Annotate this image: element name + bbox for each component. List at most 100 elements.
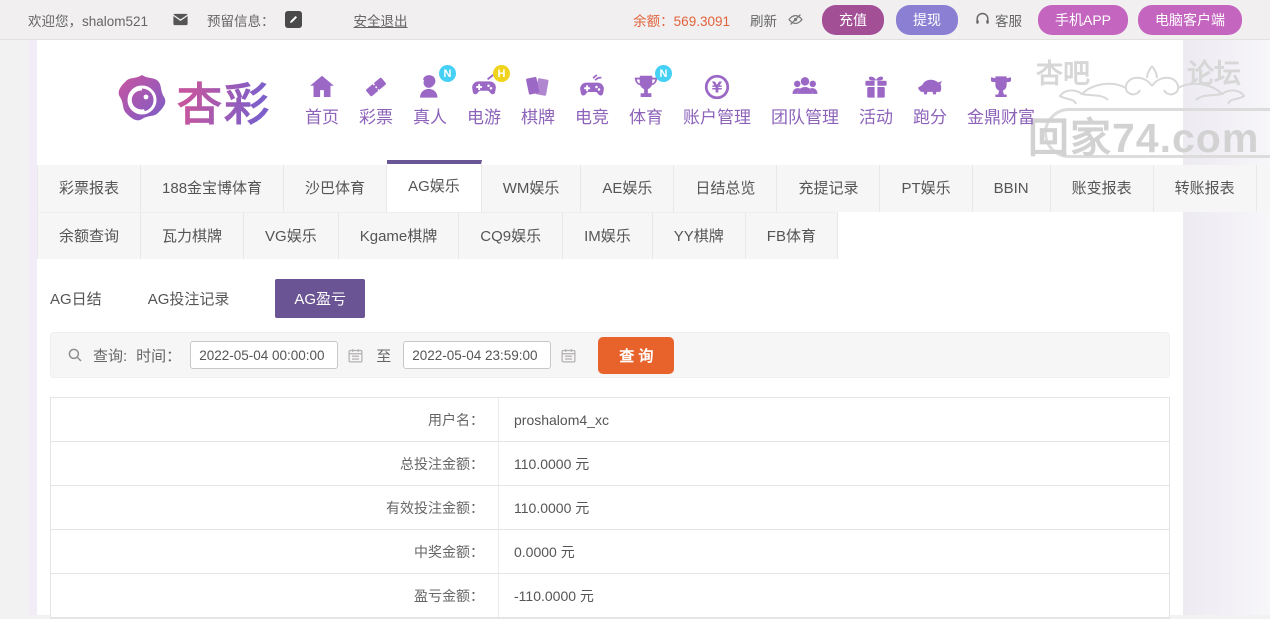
balance-text: 余额：569.3091 xyxy=(633,10,730,30)
refresh-button[interactable]: 刷新 xyxy=(750,10,777,30)
eye-off-icon[interactable] xyxy=(787,11,804,28)
time-label: 时间： xyxy=(136,347,182,365)
query-button[interactable]: 查 询 xyxy=(598,336,675,374)
yuan-coin-icon: ¥ xyxy=(702,72,732,102)
subtab-ag-daily[interactable]: AG日结 xyxy=(50,288,102,309)
tab-wali-chess[interactable]: 瓦力棋牌 xyxy=(141,212,245,259)
row-value: proshalom4_xc xyxy=(514,411,609,428)
tab-188-sports[interactable]: 188金宝博体育 xyxy=(141,165,285,212)
nav-label: 真人 xyxy=(413,108,448,127)
customer-service[interactable]: 客服 xyxy=(974,10,1022,30)
date-to-input[interactable] xyxy=(403,341,552,369)
tab-im-entertainment[interactable]: IM娱乐 xyxy=(563,212,653,259)
cards-icon xyxy=(523,72,553,102)
nav-label: 账户管理 xyxy=(683,108,752,127)
row-label: 有效投注金额： xyxy=(51,486,499,529)
report-tabs-row2: 余额查询 瓦力棋牌 VG娱乐 Kgame棋牌 CQ9娱乐 IM娱乐 YY棋牌 F… xyxy=(37,212,1183,259)
lottery-ticket-icon xyxy=(361,72,391,102)
subtab-ag-bet-records[interactable]: AG投注记录 xyxy=(148,288,230,309)
nav-item-account-mgmt[interactable]: ¥ 账户管理 xyxy=(683,72,751,128)
tab-ae-entertainment[interactable]: AE娱乐 xyxy=(581,165,675,212)
right-margin-tint xyxy=(1183,40,1270,615)
tab-account-change-report[interactable]: 账变报表 xyxy=(1050,165,1154,212)
nav-label: 棋牌 xyxy=(521,108,556,127)
tab-balance-query[interactable]: 余额查询 xyxy=(37,212,142,259)
query-label: 查询: xyxy=(93,347,128,365)
row-value: 110.0000 元 xyxy=(514,455,590,472)
tab-lottery-report[interactable]: 彩票报表 xyxy=(37,165,142,212)
row-value: 110.0000 元 xyxy=(514,499,590,516)
service-label: 客服 xyxy=(994,13,1022,29)
ag-subtabs: AG日结 AG投注记录 AG盈亏 xyxy=(50,279,1170,318)
nav-item-wealth[interactable]: 金鼎财富 xyxy=(967,72,1035,128)
reserved-info-label: 预留信息： xyxy=(207,13,275,29)
new-badge: N xyxy=(439,65,457,82)
nav-item-activity[interactable]: 活动 xyxy=(859,72,893,128)
nav-item-paofen[interactable]: 跑分 xyxy=(913,72,947,128)
nav-label: 金鼎财富 xyxy=(967,108,1036,127)
row-label: 总投注金额： xyxy=(51,442,499,485)
tab-vg-entertainment[interactable]: VG娱乐 xyxy=(244,212,339,259)
logo-text: 杏彩 xyxy=(177,68,271,133)
new-badge: N xyxy=(655,65,673,82)
golden-tripod-icon xyxy=(986,72,1016,102)
withdraw-button[interactable]: 提现 xyxy=(895,4,958,35)
live-person-icon: N xyxy=(415,65,457,102)
nav-label: 首页 xyxy=(305,108,340,127)
balance-label: 余额： xyxy=(633,13,674,29)
pc-client-button[interactable]: 电脑客户端 xyxy=(1138,4,1242,35)
logout-link[interactable]: 安全退出 xyxy=(354,10,408,30)
trophy-icon: N xyxy=(631,65,673,102)
tab-saba-sports[interactable]: 沙巴体育 xyxy=(284,165,388,212)
table-row-valid-bet: 有效投注金额： 110.0000 元 xyxy=(51,486,1169,530)
tab-kgame-chess[interactable]: Kgame棋牌 xyxy=(338,212,460,259)
headset-icon xyxy=(974,11,991,28)
mail-icon[interactable] xyxy=(172,11,189,28)
tab-bbin[interactable]: BBIN xyxy=(972,165,1051,212)
rhino-icon xyxy=(915,72,945,102)
tab-cq9-entertainment[interactable]: CQ9娱乐 xyxy=(459,212,564,259)
site-header: 杏吧 论坛 回家74.com 杏彩 首页 彩票 N 真人 H 电游 棋牌 电竞 … xyxy=(37,40,1270,161)
hot-badge: H xyxy=(493,65,511,82)
team-people-icon xyxy=(790,72,820,102)
tab-wm-entertainment[interactable]: WM娱乐 xyxy=(481,165,582,212)
svg-text:¥: ¥ xyxy=(712,78,723,96)
main-nav: 首页 彩票 N 真人 H 电游 棋牌 电竞 N 体育 ¥ 账户管理 团队管理 活… xyxy=(295,65,1045,128)
logo-flower-icon xyxy=(118,75,166,121)
nav-item-lottery[interactable]: 彩票 xyxy=(359,72,393,128)
subtab-ag-profit-loss[interactable]: AG盈亏 xyxy=(275,279,366,318)
welcome-text: 欢迎您，shalom521 xyxy=(28,13,149,29)
nav-item-egame[interactable]: H 电游 xyxy=(467,65,511,128)
tab-transfer-report[interactable]: 转账报表 xyxy=(1153,165,1257,212)
date-from-input[interactable] xyxy=(190,341,339,369)
nav-item-esports[interactable]: 电竞 xyxy=(575,72,609,128)
tab-ag-entertainment[interactable]: AG娱乐 xyxy=(387,160,482,212)
balance-value: 569.3091 xyxy=(673,13,730,29)
row-value: -110.0000 元 xyxy=(514,587,594,604)
tab-yy-chess[interactable]: YY棋牌 xyxy=(652,212,746,259)
ag-profit-loss-table: 用户名： proshalom4_xc 总投注金额： 110.0000 元 有效投… xyxy=(50,397,1170,619)
site-logo[interactable]: 杏彩 xyxy=(115,68,271,133)
edit-icon[interactable] xyxy=(284,11,302,28)
nav-item-sports[interactable]: N 体育 xyxy=(629,65,673,128)
tab-daily-summary[interactable]: 日结总览 xyxy=(674,165,778,212)
tab-deposit-withdraw-records[interactable]: 充提记录 xyxy=(777,165,881,212)
nav-item-chess-cards[interactable]: 棋牌 xyxy=(521,72,555,128)
mobile-app-button[interactable]: 手机APP xyxy=(1037,4,1128,35)
nav-item-home[interactable]: 首页 xyxy=(305,72,339,128)
gift-icon xyxy=(861,72,891,102)
recharge-button[interactable]: 充值 xyxy=(821,4,884,35)
nav-item-live[interactable]: N 真人 xyxy=(413,65,457,128)
calendar-icon[interactable] xyxy=(560,347,577,364)
tab-fb-sports[interactable]: FB体育 xyxy=(745,212,838,259)
left-margin-tint xyxy=(29,40,37,615)
nav-label: 电游 xyxy=(467,108,502,127)
esports-gamepad-icon xyxy=(577,72,607,102)
gamepad-icon: H xyxy=(469,65,511,102)
tab-rebate-total[interactable]: 返点总额 xyxy=(1256,165,1270,212)
nav-item-team-mgmt[interactable]: 团队管理 xyxy=(771,72,839,128)
row-value: 0.0000 元 xyxy=(514,543,575,560)
nav-label: 电竞 xyxy=(575,108,610,127)
calendar-icon[interactable] xyxy=(347,347,364,364)
tab-pt-entertainment[interactable]: PT娱乐 xyxy=(880,165,973,212)
